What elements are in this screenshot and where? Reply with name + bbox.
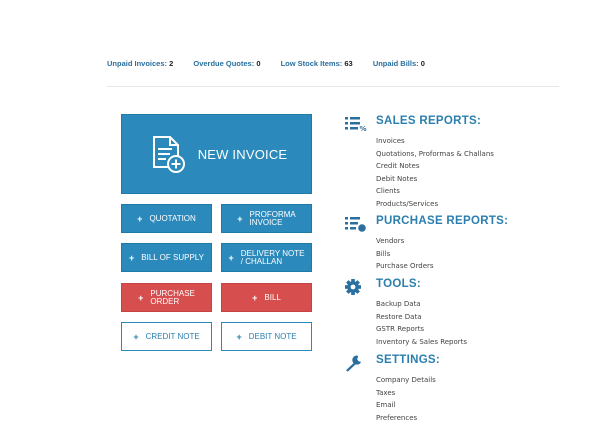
credit-note-button[interactable]: + CREDIT NOTE xyxy=(121,322,212,351)
settings-link[interactable]: Company Details xyxy=(376,374,436,387)
plus-icon: + xyxy=(236,331,242,342)
tools-link[interactable]: Backup Data xyxy=(376,298,467,311)
invoice-add-icon xyxy=(152,136,185,173)
settings-list: Company Details Taxes Email Preferences xyxy=(376,374,436,424)
purchase-report-link[interactable]: Bills xyxy=(376,248,434,261)
quotation-button[interactable]: + QUOTATION xyxy=(121,204,212,233)
settings-link[interactable]: Taxes xyxy=(376,387,436,400)
new-invoice-button[interactable]: NEW INVOICE xyxy=(121,114,312,194)
sales-reports-title: SALES REPORTS: xyxy=(376,115,482,127)
wrench-icon xyxy=(346,355,362,372)
plus-icon: + xyxy=(252,292,258,303)
sales-report-link[interactable]: Clients xyxy=(376,185,494,198)
sales-report-link[interactable]: Products/Services xyxy=(376,198,494,211)
unpaid-bills-stat[interactable]: Unpaid Bills: 0 xyxy=(373,59,425,68)
plus-icon: + xyxy=(228,252,234,263)
purchase-reports-list: Vendors Bills Purchase Orders xyxy=(376,235,434,273)
list-percent-icon: % xyxy=(345,117,367,133)
plus-icon: + xyxy=(137,213,143,224)
purchase-report-link[interactable]: Purchase Orders xyxy=(376,260,434,273)
settings-link[interactable]: Email xyxy=(376,399,436,412)
tools-link[interactable]: Restore Data xyxy=(376,311,467,324)
debit-note-button[interactable]: + DEBIT NOTE xyxy=(221,322,312,351)
delivery-note-button[interactable]: + DELIVERY NOTE / CHALLAN xyxy=(221,243,312,272)
plus-icon: + xyxy=(129,252,135,263)
purchase-order-button[interactable]: + PURCHASE ORDER xyxy=(121,283,212,312)
plus-icon: + xyxy=(237,213,243,224)
tools-link[interactable]: Inventory & Sales Reports xyxy=(376,336,467,349)
status-bar: Unpaid Invoices: 2 Overdue Quotes: 0 Low… xyxy=(107,59,443,68)
tools-link[interactable]: GSTR Reports xyxy=(376,323,467,336)
sales-report-link[interactable]: Credit Notes xyxy=(376,160,494,173)
plus-icon: + xyxy=(133,331,139,342)
list-cart-icon xyxy=(345,217,366,232)
settings-title: SETTINGS: xyxy=(376,354,441,366)
sales-report-link[interactable]: Invoices xyxy=(376,135,494,148)
plus-icon: + xyxy=(138,292,144,303)
settings-link[interactable]: Preferences xyxy=(376,412,436,425)
gear-icon xyxy=(345,279,361,295)
purchase-reports-title: PURCHASE REPORTS: xyxy=(376,215,509,227)
sales-reports-list: Invoices Quotations, Proformas & Challan… xyxy=(376,135,494,210)
svg-text:%: % xyxy=(360,125,367,133)
new-invoice-label: NEW INVOICE xyxy=(197,146,288,162)
low-stock-stat[interactable]: Low Stock Items: 63 xyxy=(281,59,353,68)
sales-report-link[interactable]: Debit Notes xyxy=(376,173,494,186)
tools-title: TOOLS: xyxy=(376,278,422,290)
bill-of-supply-button[interactable]: + BILL OF SUPPLY xyxy=(121,243,212,272)
tools-list: Backup Data Restore Data GSTR Reports In… xyxy=(376,298,467,348)
overdue-quotes-stat[interactable]: Overdue Quotes: 0 xyxy=(193,59,260,68)
sales-report-link[interactable]: Quotations, Proformas & Challans xyxy=(376,148,494,161)
unpaid-invoices-stat[interactable]: Unpaid Invoices: 2 xyxy=(107,59,173,68)
proforma-invoice-button[interactable]: + PROFORMA INVOICE xyxy=(221,204,312,233)
bill-button[interactable]: + BILL xyxy=(221,283,312,312)
divider xyxy=(107,86,559,87)
purchase-report-link[interactable]: Vendors xyxy=(376,235,434,248)
